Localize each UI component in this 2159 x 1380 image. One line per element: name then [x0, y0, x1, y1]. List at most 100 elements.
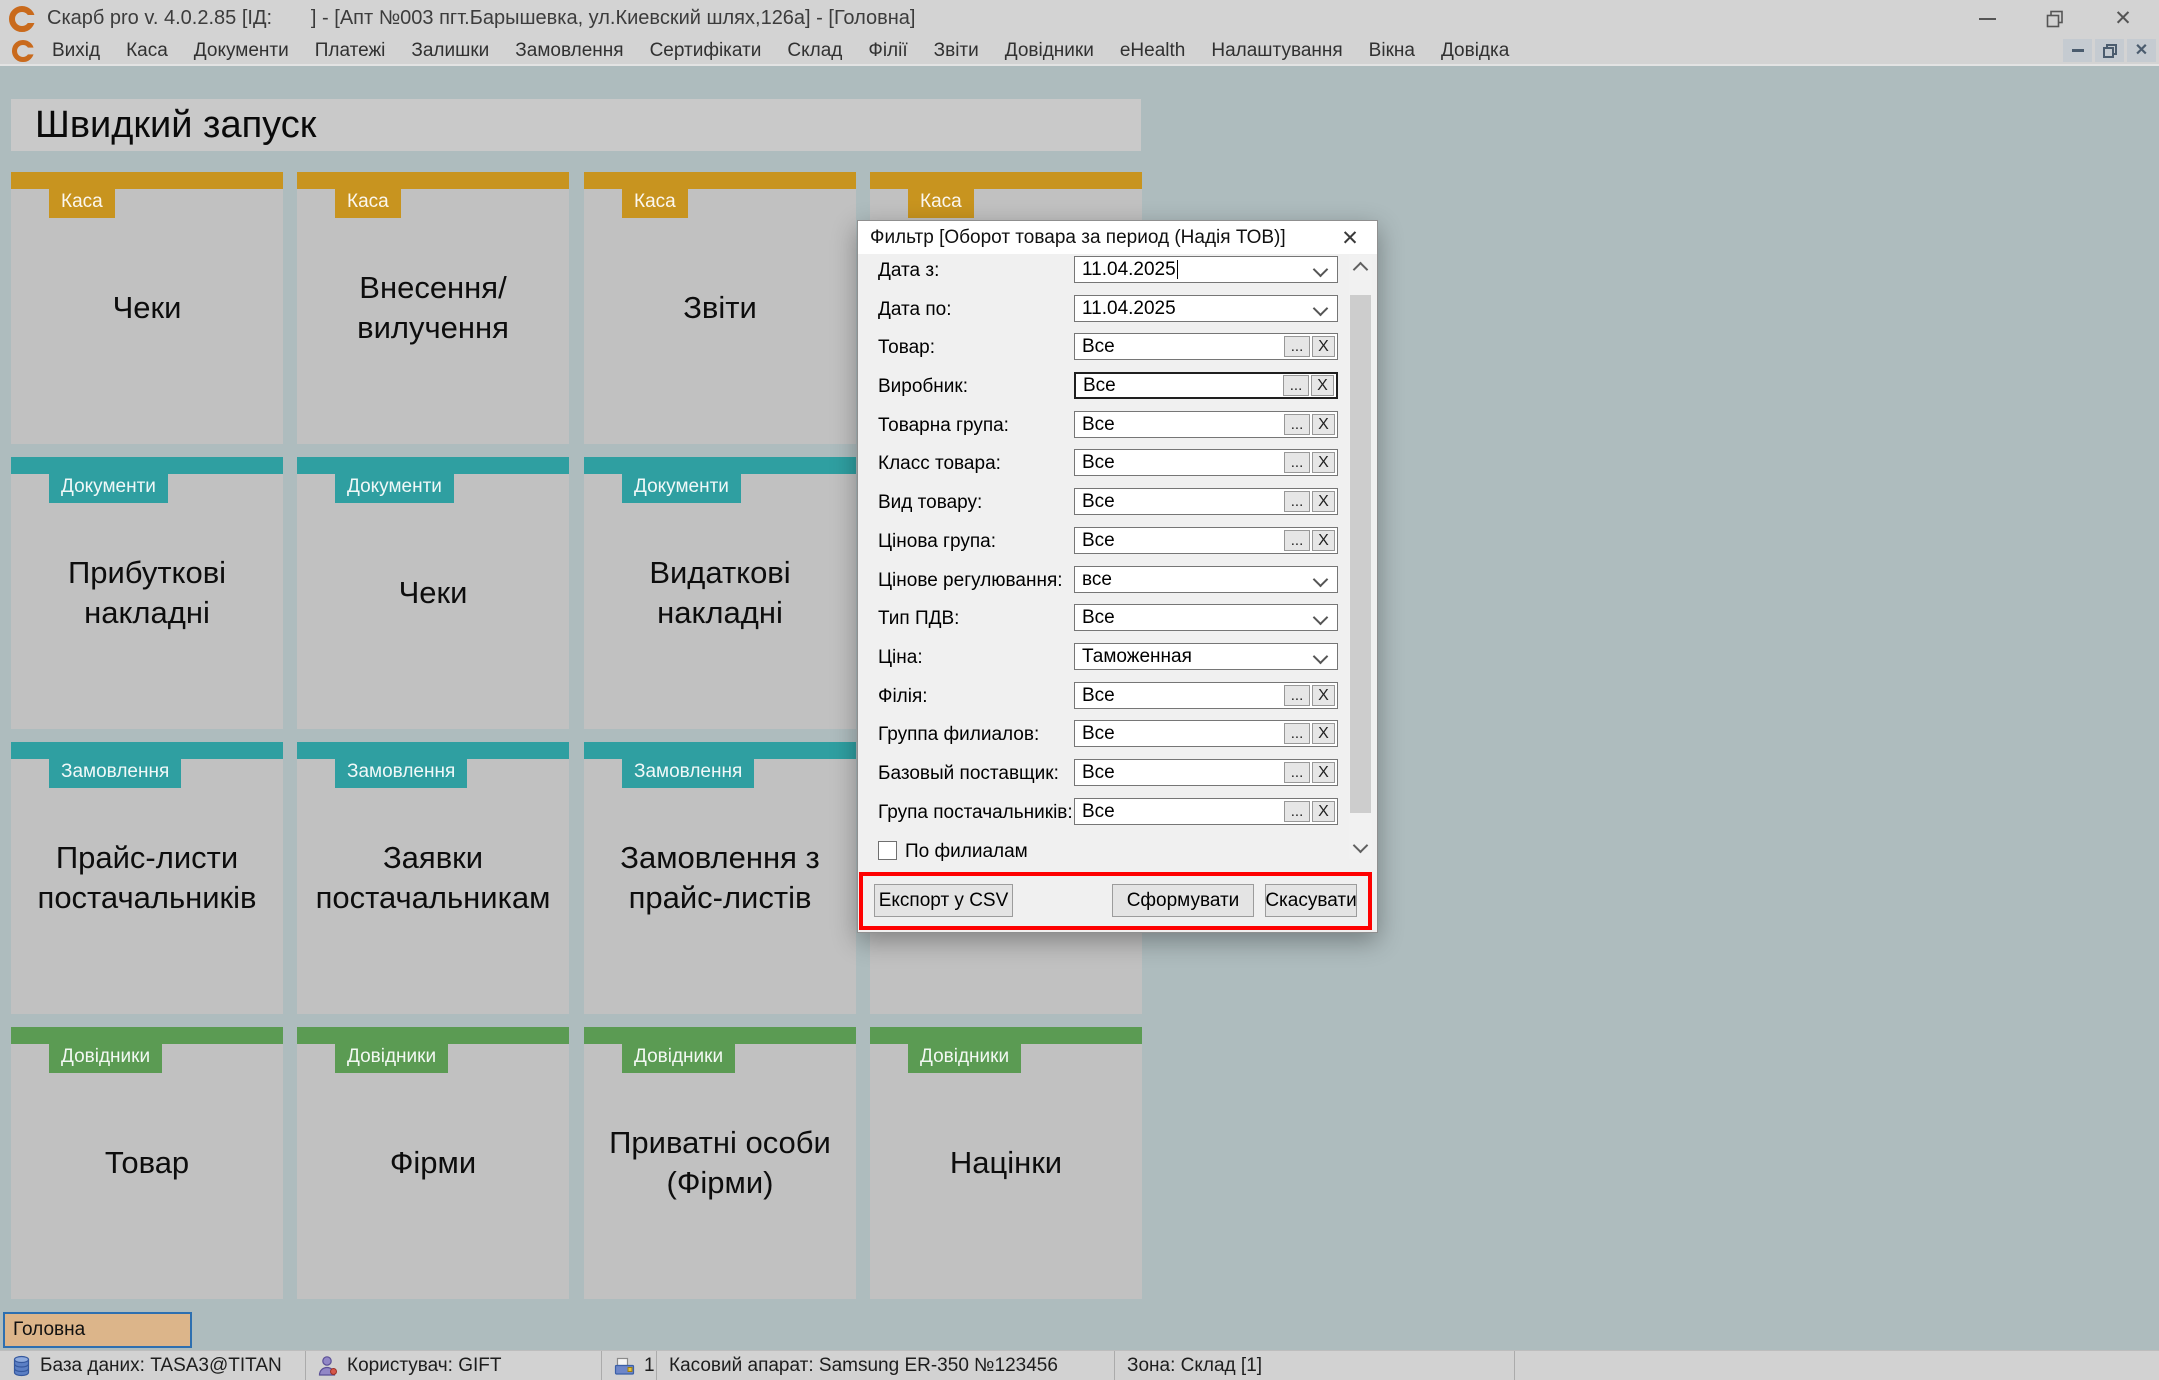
tile-firmy[interactable]: Фірми Довідники [297, 1027, 569, 1299]
mdi-restore-button[interactable] [2095, 39, 2124, 62]
field-tsinova-hrupa[interactable]: Все...X [1074, 527, 1338, 554]
minimize-button[interactable] [1953, 2, 2021, 36]
scroll-up-button[interactable] [1349, 255, 1372, 278]
restore-button[interactable] [2021, 2, 2089, 36]
field-tsina[interactable]: Таможенная [1074, 643, 1338, 670]
scrollbar-thumb[interactable] [1350, 295, 1371, 813]
mdi-minimize-button[interactable] [2063, 39, 2092, 62]
menu-item-sertyfikaty[interactable]: Сертифікати [650, 40, 762, 62]
menu-item-dovidnyky[interactable]: Довідники [1005, 40, 1094, 62]
app-logo-icon [9, 6, 35, 32]
user-icon [318, 1355, 338, 1376]
field-bazovyy-postavshchyk[interactable]: Все...X [1074, 759, 1338, 786]
menu-item-sklad[interactable]: Склад [787, 40, 842, 62]
mdi-close-button[interactable]: ✕ [2127, 39, 2156, 62]
field-tsinove-rehulyuvannya[interactable]: все [1074, 566, 1338, 593]
ellipsis-button[interactable]: ... [1283, 375, 1309, 396]
tile-category-tag: Довідники [908, 1044, 1021, 1073]
mdi-restore-icon [2103, 44, 2117, 58]
chevron-down-icon[interactable] [1313, 649, 1329, 665]
menu-item-vykhid[interactable]: Вихід [52, 40, 100, 62]
clear-button[interactable]: X [1312, 801, 1335, 822]
ellipsis-button[interactable]: ... [1284, 414, 1310, 435]
field-tovar[interactable]: Все...X [1074, 333, 1338, 360]
field-label-bazovyy-postavshchyk: Базовый поставщик: [878, 763, 1059, 785]
tab-holovna-label: Головна [13, 1319, 85, 1341]
clear-button[interactable]: X [1312, 762, 1335, 783]
cancel-button[interactable]: Скасувати [1265, 884, 1357, 917]
tile-category-tag: Довідники [335, 1044, 448, 1073]
tile-cheky-dokumenty[interactable]: Чеки Документи [297, 457, 569, 729]
clear-button[interactable]: X [1312, 685, 1335, 706]
ellipsis-button[interactable]: ... [1284, 762, 1310, 783]
field-tovarna-hrupa[interactable]: Все...X [1074, 411, 1338, 438]
clear-button[interactable]: X [1312, 414, 1335, 435]
field-label-data-po: Дата по: [878, 299, 952, 321]
field-vyd-tovaru[interactable]: Все...X [1074, 488, 1338, 515]
ellipsis-button[interactable]: ... [1284, 685, 1310, 706]
po-filialam-checkbox[interactable] [878, 841, 897, 860]
tile-zayavky-postachalnykam[interactable]: Заявки постачальникам Замовлення [297, 742, 569, 1014]
clear-button[interactable]: X [1312, 336, 1335, 357]
clear-button[interactable]: X [1312, 723, 1335, 744]
tile-prybutkovi-nakladni[interactable]: Прибуткові накладні Документи [11, 457, 283, 729]
field-typ-pdv[interactable]: Все [1074, 604, 1338, 631]
dialog-title-bar[interactable]: Фильтр [Оборот товара за период (Надія Т… [858, 221, 1377, 254]
menu-item-ehealth[interactable]: eHealth [1120, 40, 1186, 62]
field-value: 11.04.2025 [1082, 298, 1176, 320]
field-data-z[interactable]: 11.04.2025 [1074, 256, 1338, 283]
field-hrupa-postachalnykiv[interactable]: Все...X [1074, 798, 1338, 825]
field-filiya[interactable]: Все...X [1074, 682, 1338, 709]
clear-button[interactable]: X [1311, 375, 1334, 396]
tile-prays-lysty-postachalnykiv[interactable]: Прайс-листи постачальників Замовлення [11, 742, 283, 1014]
ellipsis-button[interactable]: ... [1284, 491, 1310, 512]
tab-holovna[interactable]: Головна [3, 1312, 192, 1348]
menu-item-kasa[interactable]: Каса [126, 40, 168, 62]
menu-item-vikna[interactable]: Вікна [1369, 40, 1415, 62]
menu-item-zamovlennya[interactable]: Замовлення [515, 40, 623, 62]
field-hruppa-fylyalov[interactable]: Все...X [1074, 720, 1338, 747]
status-user-text: Користувач: GIFT [347, 1355, 502, 1377]
dialog-close-button[interactable]: ✕ [1335, 223, 1365, 253]
tile-zvity[interactable]: Звіти Каса [584, 172, 856, 444]
tile-vydatkovi-nakladni[interactable]: Видаткові накладні Документи [584, 457, 856, 729]
chevron-down-icon[interactable] [1313, 262, 1329, 278]
field-value: Все [1075, 336, 1282, 358]
menu-item-platezhi[interactable]: Платежі [315, 40, 386, 62]
tile-tovar[interactable]: Товар Довідники [11, 1027, 283, 1299]
clear-button[interactable]: X [1312, 491, 1335, 512]
dialog-scrollbar[interactable] [1349, 255, 1372, 859]
field-data-po[interactable]: 11.04.2025 [1074, 295, 1338, 322]
field-value: Таможенная [1082, 646, 1192, 668]
field-klass-tovara[interactable]: Все...X [1074, 449, 1338, 476]
ellipsis-button[interactable]: ... [1284, 801, 1310, 822]
ellipsis-button[interactable]: ... [1284, 452, 1310, 473]
generate-button[interactable]: Сформувати [1112, 884, 1254, 917]
close-icon: ✕ [2114, 8, 2132, 29]
status-database-text: База даних: TASA3@TITAN [40, 1355, 282, 1377]
tile-pryvatni-osoby[interactable]: Приватні особи (Фірми) Довідники [584, 1027, 856, 1299]
export-csv-button[interactable]: Експорт у CSV [874, 884, 1013, 917]
clear-button[interactable]: X [1312, 452, 1335, 473]
tile-vnesennya-vyluchennya[interactable]: Внесення/вилучення Каса [297, 172, 569, 444]
tile-category-tag: Довідники [49, 1044, 162, 1073]
tile-cheky-kasa[interactable]: Чеки Каса [11, 172, 283, 444]
ellipsis-button[interactable]: ... [1284, 723, 1310, 744]
chevron-down-icon[interactable] [1313, 572, 1329, 588]
clear-button[interactable]: X [1312, 530, 1335, 551]
scroll-down-button[interactable] [1349, 836, 1372, 859]
ellipsis-button[interactable]: ... [1284, 336, 1310, 357]
menu-item-zvity[interactable]: Звіти [934, 40, 979, 62]
menu-item-dovidka[interactable]: Довідка [1441, 40, 1509, 62]
menu-item-zalyshky[interactable]: Залишки [411, 40, 489, 62]
field-vyrobnyk[interactable]: Все...X [1074, 372, 1338, 399]
close-button[interactable]: ✕ [2089, 2, 2157, 36]
menu-item-dokumenty[interactable]: Документи [194, 40, 289, 62]
chevron-down-icon[interactable] [1313, 610, 1329, 626]
tile-zamovlennya-z-prays-lystiv[interactable]: Замовлення з прайс-листів Замовлення [584, 742, 856, 1014]
chevron-down-icon[interactable] [1313, 301, 1329, 317]
ellipsis-button[interactable]: ... [1284, 530, 1310, 551]
menu-item-nalashtuvannya[interactable]: Налаштування [1211, 40, 1342, 62]
tile-natsinky[interactable]: Націнки Довідники [870, 1027, 1142, 1299]
menu-item-filii[interactable]: Філії [868, 40, 907, 62]
